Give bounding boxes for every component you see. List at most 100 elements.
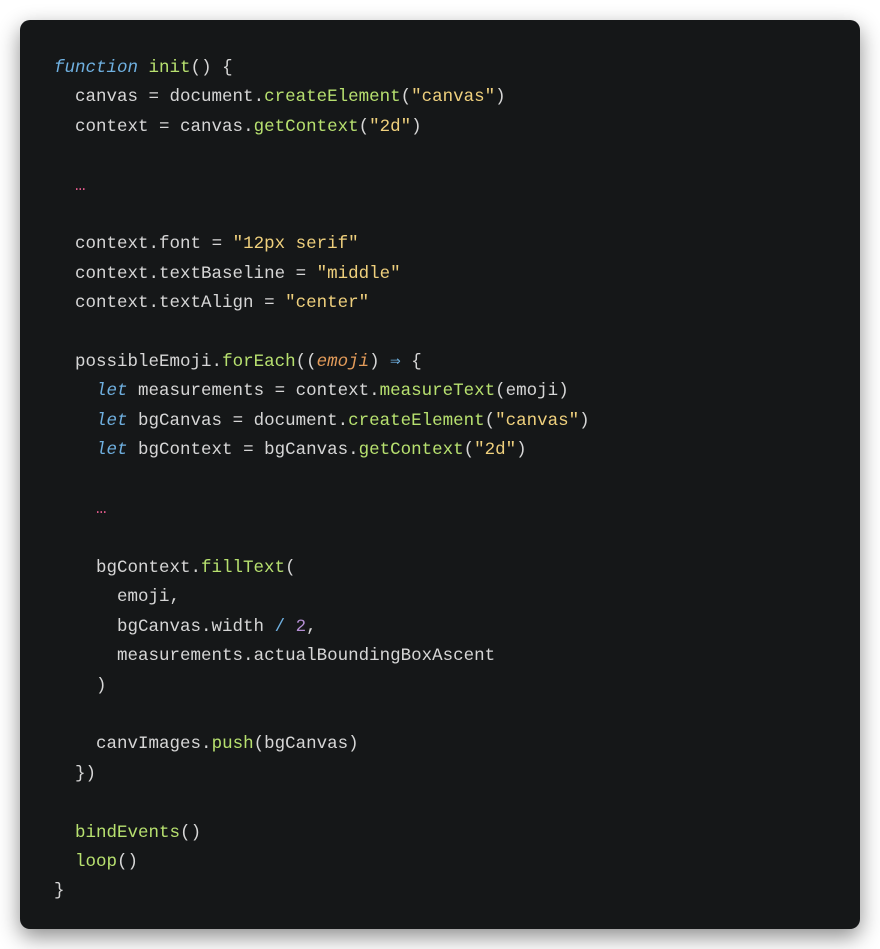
code-line: ) [54, 676, 107, 696]
code-line: possibleEmoji.forEach((emoji) ⇒ { [54, 352, 422, 372]
paren-close: ) [516, 440, 527, 460]
string: "2d" [474, 440, 516, 460]
paren-open: ( [359, 117, 370, 137]
equals: = [264, 381, 296, 401]
identifier: bgCanvas [138, 411, 222, 431]
indent [54, 411, 96, 431]
identifier: possibleEmoji [75, 352, 212, 372]
code-line: measurements.actualBoundingBoxAscent [54, 646, 495, 666]
indent [54, 87, 75, 107]
paren-close: ) [86, 764, 97, 784]
space [128, 411, 139, 431]
function-name: init [149, 58, 191, 78]
method: fillText [201, 558, 285, 578]
identifier: context [75, 117, 149, 137]
property: width [212, 617, 265, 637]
indent [54, 499, 96, 519]
method: forEach [222, 352, 296, 372]
indent [54, 381, 96, 401]
brace-open: { [222, 58, 233, 78]
indent [54, 764, 75, 784]
code-line: bgContext.fillText( [54, 558, 296, 578]
space [128, 440, 139, 460]
code-line: bindEvents() [54, 823, 201, 843]
code-line: let measurements = context.measureText(e… [54, 381, 569, 401]
comma: , [306, 617, 317, 637]
equals: = [233, 440, 265, 460]
space [138, 58, 149, 78]
paren-close: ) [96, 676, 107, 696]
paren-open: ( [296, 352, 307, 372]
string: "2d" [369, 117, 411, 137]
brace-close: } [75, 764, 86, 784]
paren-close: ) [411, 117, 422, 137]
arrow-icon: ⇒ [390, 352, 401, 372]
paren-open: ( [495, 381, 506, 401]
paren-close: ) [579, 411, 590, 431]
space [128, 381, 139, 401]
dot: . [191, 558, 202, 578]
dot: . [201, 734, 212, 754]
paren-open: ( [117, 852, 128, 872]
indent [54, 264, 75, 284]
dot: . [243, 646, 254, 666]
paren-open: ( [254, 734, 265, 754]
space [401, 352, 412, 372]
paren-open: ( [485, 411, 496, 431]
indent [54, 646, 117, 666]
code-line: canvImages.push(bgCanvas) [54, 734, 359, 754]
equals: = [138, 87, 170, 107]
identifier: canvas [180, 117, 243, 137]
ellipsis: … [96, 499, 107, 519]
identifier: canvImages [96, 734, 201, 754]
paren-close: ) [191, 823, 202, 843]
dot: . [348, 440, 359, 460]
identifier: context [75, 234, 149, 254]
code-line: function init() { [54, 58, 233, 78]
indent [54, 176, 75, 196]
dot: . [149, 264, 160, 284]
identifier: context [296, 381, 370, 401]
dot: . [149, 293, 160, 313]
paren-close: ) [558, 381, 569, 401]
space [212, 58, 223, 78]
function-call: loop [75, 852, 117, 872]
paren-close: ) [201, 58, 212, 78]
paren-close: ) [495, 87, 506, 107]
property: actualBoundingBoxAscent [254, 646, 496, 666]
method: push [212, 734, 254, 754]
string: "canvas" [495, 411, 579, 431]
string: "center" [285, 293, 369, 313]
code-line: }) [54, 764, 96, 784]
code-line: let bgContext = bgCanvas.getContext("2d"… [54, 440, 527, 460]
dot: . [212, 352, 223, 372]
code-line: loop() [54, 852, 138, 872]
indent [54, 352, 75, 372]
paren-open: ( [285, 558, 296, 578]
function-call: bindEvents [75, 823, 180, 843]
indent [54, 234, 75, 254]
identifier: context [75, 293, 149, 313]
method: measureText [380, 381, 496, 401]
code-line: canvas = document.createElement("canvas"… [54, 87, 506, 107]
string: "12px serif" [233, 234, 359, 254]
method: createElement [264, 87, 401, 107]
indent [54, 676, 96, 696]
indent [54, 440, 96, 460]
operator-divide: / [275, 617, 286, 637]
argument: emoji [506, 381, 559, 401]
dot: . [201, 617, 212, 637]
equals: = [222, 411, 254, 431]
method: getContext [359, 440, 464, 460]
identifier: context [75, 264, 149, 284]
paren-open: ( [464, 440, 475, 460]
identifier: document [170, 87, 254, 107]
method: createElement [348, 411, 485, 431]
identifier: bgCanvas [117, 617, 201, 637]
dot: . [338, 411, 349, 431]
paren-open: ( [306, 352, 317, 372]
comma: , [170, 587, 181, 607]
code-line: emoji, [54, 587, 180, 607]
code-line: context.textAlign = "center" [54, 293, 369, 313]
argument: bgCanvas [264, 734, 348, 754]
